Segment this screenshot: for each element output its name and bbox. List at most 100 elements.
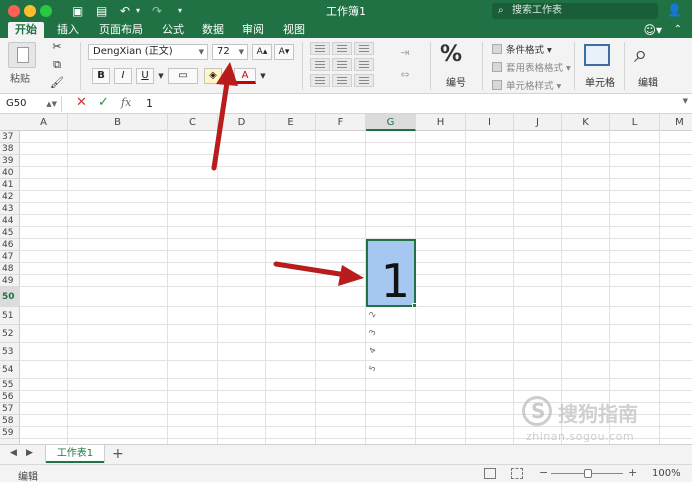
- row-header-59[interactable]: 59: [0, 427, 20, 439]
- tab-home[interactable]: 开始: [8, 22, 44, 38]
- fill-handle[interactable]: [412, 303, 417, 308]
- grow-font-button[interactable]: A▴: [252, 44, 272, 60]
- align-right-button[interactable]: [354, 58, 374, 71]
- shrink-font-button[interactable]: A▾: [274, 44, 294, 60]
- zoom-in-icon[interactable]: +: [628, 466, 637, 479]
- italic-button[interactable]: I: [114, 68, 132, 84]
- redo-icon[interactable]: ↷: [152, 3, 162, 19]
- search-sheet-input[interactable]: ⌕ 搜索工作表: [492, 3, 658, 19]
- align-center-button[interactable]: [332, 58, 352, 71]
- row-header-45[interactable]: 45: [0, 227, 20, 239]
- column-header-j[interactable]: J: [514, 114, 562, 131]
- save-icon[interactable]: ▤: [96, 3, 107, 19]
- zoom-out-icon[interactable]: −: [539, 466, 548, 479]
- sheet-tab[interactable]: 工作表1: [46, 445, 104, 463]
- font-size-select[interactable]: 72 ▼: [212, 44, 248, 60]
- fill-color-button[interactable]: ◈: [204, 68, 222, 84]
- row-header-39[interactable]: 39: [0, 155, 20, 167]
- row-header-52[interactable]: 52: [0, 325, 20, 343]
- align-middle-button[interactable]: [332, 42, 352, 55]
- row-header-58[interactable]: 58: [0, 415, 20, 427]
- wrap-text-icon[interactable]: ⇥: [398, 46, 412, 60]
- align-left-button[interactable]: [310, 58, 330, 71]
- conditional-format-button[interactable]: 条件格式 ▾: [492, 42, 552, 56]
- paste-button[interactable]: [8, 42, 36, 68]
- format-painter-icon[interactable]: 🖌: [50, 76, 64, 90]
- indent-increase-button[interactable]: [332, 74, 352, 87]
- column-header-d[interactable]: D: [218, 114, 266, 131]
- align-bottom-button[interactable]: [354, 42, 374, 55]
- row-header-40[interactable]: 40: [0, 167, 20, 179]
- undo-dropdown-icon[interactable]: ▾: [136, 3, 140, 19]
- row-header-38[interactable]: 38: [0, 143, 20, 155]
- window-close-button[interactable]: [8, 5, 20, 17]
- tab-review[interactable]: 审阅: [235, 22, 271, 38]
- window-maximize-button[interactable]: [40, 5, 52, 17]
- selected-cell[interactable]: 1: [366, 239, 416, 308]
- row-header-54[interactable]: 54: [0, 361, 20, 379]
- borders-button[interactable]: ▭: [168, 68, 198, 84]
- row-header-56[interactable]: 56: [0, 391, 20, 403]
- column-header-i[interactable]: I: [466, 114, 514, 131]
- column-header-m[interactable]: M: [660, 114, 692, 131]
- font-name-select[interactable]: DengXian (正文) ▼: [88, 44, 208, 60]
- collapse-ribbon-icon[interactable]: ⌃: [674, 22, 682, 38]
- row-header-46[interactable]: 46: [0, 239, 20, 251]
- insert-function-icon[interactable]: fx: [121, 96, 131, 109]
- column-header-k[interactable]: K: [562, 114, 610, 131]
- cancel-icon[interactable]: ✕: [76, 95, 87, 110]
- row-header-42[interactable]: 42: [0, 191, 20, 203]
- cut-icon[interactable]: ✂: [50, 40, 64, 54]
- column-header-e[interactable]: E: [266, 114, 316, 131]
- row-header-43[interactable]: 43: [0, 203, 20, 215]
- formula-input[interactable]: 1: [146, 97, 153, 110]
- column-header-g[interactable]: G: [366, 114, 416, 131]
- page-layout-view-icon[interactable]: [511, 468, 523, 479]
- cells-icon[interactable]: [584, 44, 610, 66]
- cell-styles-button[interactable]: 单元格样式 ▾: [492, 78, 561, 92]
- font-color-dropdown-icon[interactable]: ▼: [256, 69, 270, 83]
- tab-page-layout[interactable]: 页面布局: [92, 22, 150, 38]
- column-header-a[interactable]: A: [20, 114, 68, 131]
- row-header-49[interactable]: 49: [0, 275, 20, 287]
- sidebar-toggle-icon[interactable]: ▣: [72, 3, 83, 19]
- row-header-44[interactable]: 44: [0, 215, 20, 227]
- bold-button[interactable]: B: [92, 68, 110, 84]
- font-color-button[interactable]: A: [234, 68, 256, 84]
- name-box[interactable]: G50 ▲▼: [2, 96, 62, 112]
- number-format-button[interactable]: %: [440, 42, 462, 67]
- column-header-f[interactable]: F: [316, 114, 366, 131]
- align-top-button[interactable]: [310, 42, 330, 55]
- enter-check-icon[interactable]: ✓: [98, 95, 109, 110]
- add-person-icon[interactable]: 👤: [667, 3, 682, 17]
- column-header-l[interactable]: L: [610, 114, 660, 131]
- normal-view-icon[interactable]: [484, 468, 496, 479]
- row-header-41[interactable]: 41: [0, 179, 20, 191]
- tab-view[interactable]: 视图: [276, 22, 312, 38]
- tab-insert[interactable]: 插入: [50, 22, 86, 38]
- column-header-b[interactable]: B: [68, 114, 168, 131]
- add-sheet-button[interactable]: +: [112, 445, 124, 463]
- feedback-smiley-icon[interactable]: ☺▾: [643, 22, 662, 38]
- row-header-55[interactable]: 55: [0, 379, 20, 391]
- row-header-47[interactable]: 47: [0, 251, 20, 263]
- column-header-c[interactable]: C: [168, 114, 218, 131]
- merge-cells-icon[interactable]: ⇔: [398, 68, 412, 82]
- row-header-51[interactable]: 51: [0, 307, 20, 325]
- tab-data[interactable]: 数据: [195, 22, 231, 38]
- indent-decrease-button[interactable]: [310, 74, 330, 87]
- orientation-button[interactable]: [354, 74, 374, 87]
- worksheet-grid[interactable]: ABCDEFGHIJKLM 37 38 39 40 41 42 43 44 45 46 47 48 49…: [0, 114, 692, 444]
- zoom-slider-thumb[interactable]: [584, 469, 592, 478]
- underline-dropdown-icon[interactable]: ▼: [154, 69, 168, 83]
- row-header-37[interactable]: 37: [0, 131, 20, 143]
- find-search-icon[interactable]: ⌕: [634, 40, 647, 68]
- tab-formulas[interactable]: 公式: [155, 22, 191, 38]
- undo-icon[interactable]: ↶: [120, 3, 130, 19]
- customize-toolbar-icon[interactable]: ▾: [178, 3, 182, 19]
- row-header-53[interactable]: 53: [0, 343, 20, 361]
- underline-button[interactable]: U: [136, 68, 154, 84]
- column-header-h[interactable]: H: [416, 114, 466, 131]
- row-header-48[interactable]: 48: [0, 263, 20, 275]
- table-format-button[interactable]: 套用表格格式 ▾: [492, 60, 571, 74]
